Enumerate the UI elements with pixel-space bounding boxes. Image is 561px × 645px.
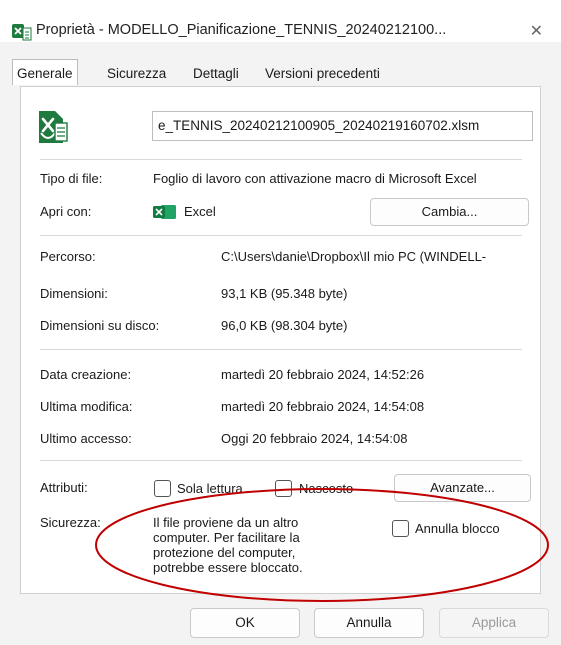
divider <box>40 159 522 160</box>
general-tab-panel: e_TENNIS_20240212100905_20240219160702.x… <box>20 86 541 594</box>
change-button[interactable]: Cambia... <box>370 198 529 226</box>
hidden-checkbox[interactable] <box>275 480 292 497</box>
security-message: Il file proviene da un altro computer. P… <box>153 515 303 575</box>
accessed-value: Oggi 20 febbraio 2024, 14:54:08 <box>221 431 408 446</box>
size-label: Dimensioni: <box>40 286 108 301</box>
tab-versioni-precedenti[interactable]: Versioni precedenti <box>261 62 384 86</box>
file-name-input[interactable]: e_TENNIS_20240212100905_20240219160702.x… <box>152 111 533 141</box>
ok-button[interactable]: OK <box>190 608 300 638</box>
security-label: Sicurezza: <box>40 515 101 530</box>
excel-macro-file-icon <box>35 109 71 148</box>
cancel-button[interactable]: Annulla <box>314 608 424 638</box>
created-label: Data creazione: <box>40 367 132 382</box>
divider <box>40 235 522 236</box>
attributes-label: Attributi: <box>40 480 88 495</box>
close-icon[interactable]: ✕ <box>530 21 543 41</box>
apply-button[interactable]: Applica <box>439 608 549 638</box>
modified-value: martedì 20 febbraio 2024, 14:54:08 <box>221 399 425 414</box>
advanced-button[interactable]: Avanzate... <box>394 474 531 502</box>
excel-macro-file-icon <box>11 24 33 45</box>
unblock-label[interactable]: Annulla blocco <box>415 521 500 536</box>
properties-dialog: Proprietà - MODELLO_Pianificazione_TENNI… <box>0 0 561 645</box>
readonly-checkbox[interactable] <box>154 480 171 497</box>
security-message-line: Il file proviene da un altro <box>153 515 299 530</box>
path-value: C:\Users\danie\Dropbox\Il mio PC (WINDEL… <box>221 249 487 264</box>
file-type-value: Foglio di lavoro con attivazione macro d… <box>153 171 477 186</box>
divider <box>40 460 522 461</box>
security-message-line: computer. Per facilitare la <box>153 530 300 545</box>
title-bar: Proprietà - MODELLO_Pianificazione_TENNI… <box>0 0 561 42</box>
divider <box>40 349 522 350</box>
open-with-label: Apri con: <box>40 204 92 219</box>
created-value: martedì 20 febbraio 2024, 14:52:26 <box>221 367 425 382</box>
size-value: 93,1 KB (95.348 byte) <box>221 286 348 301</box>
file-type-label: Tipo di file: <box>40 171 103 186</box>
path-label: Percorso: <box>40 249 96 264</box>
unblock-checkbox[interactable] <box>392 520 409 537</box>
disk-size-label: Dimensioni su disco: <box>40 318 160 333</box>
accessed-label: Ultimo accesso: <box>40 431 132 446</box>
excel-icon <box>153 204 177 223</box>
security-message-line: protezione del computer, <box>153 545 296 560</box>
tab-dettagli[interactable]: Dettagli <box>189 62 243 86</box>
window-title: Proprietà - MODELLO_Pianificazione_TENNI… <box>36 22 447 38</box>
tab-generale[interactable]: Generale <box>12 59 78 85</box>
hidden-label[interactable]: Nascosto <box>299 481 353 496</box>
modified-label: Ultima modifica: <box>40 399 133 414</box>
dialog-footer: OK Annulla Applica <box>0 604 561 645</box>
tab-sicurezza[interactable]: Sicurezza <box>103 62 170 86</box>
disk-size-value: 96,0 KB (98.304 byte) <box>221 318 348 333</box>
security-message-line: potrebbe essere bloccato. <box>153 560 303 575</box>
open-with-value: Excel <box>184 204 216 219</box>
readonly-label[interactable]: Sola lettura <box>177 481 243 496</box>
